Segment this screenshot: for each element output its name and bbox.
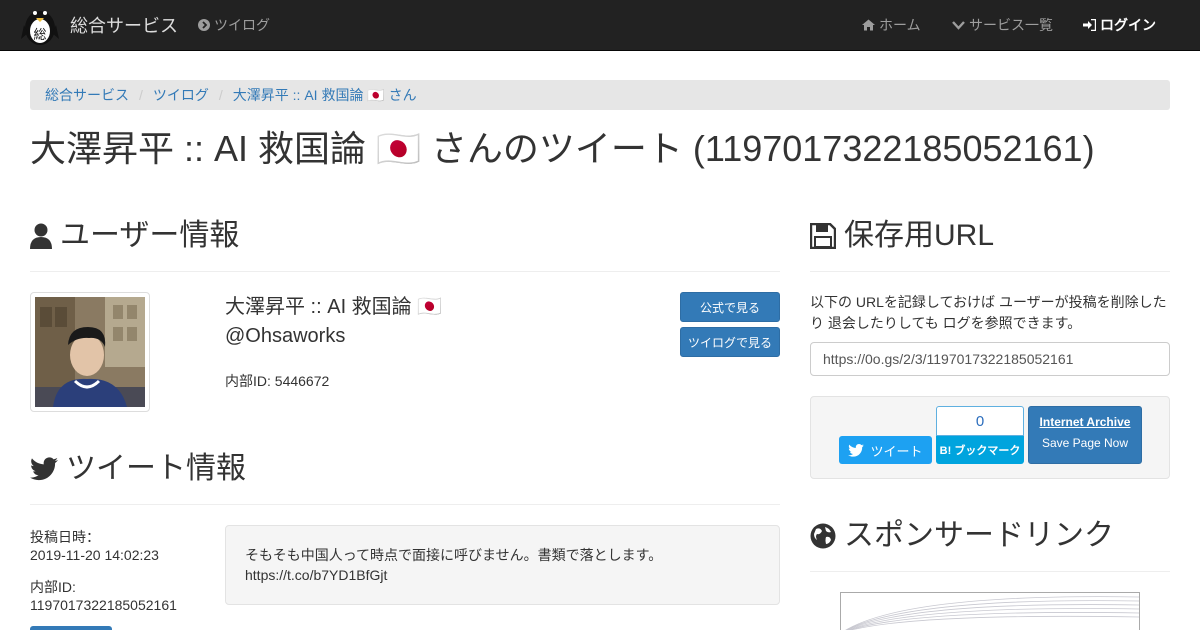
- brand-text[interactable]: 総合サービス: [70, 12, 178, 38]
- avatar: [30, 292, 150, 412]
- internet-archive-button[interactable]: Internet Archive Save Page Now: [1028, 406, 1142, 464]
- view-official-button[interactable]: 公式で見る: [680, 292, 780, 322]
- sponsor-heading: スポンサードリンク: [810, 516, 1114, 556]
- home-icon: [862, 19, 875, 31]
- user-icon: [30, 223, 52, 249]
- tweet-text: そもそも中国人って時点で面接に呼びません。書類で落とします。: [245, 547, 663, 563]
- tweet-info-heading-text: ツイート情報: [66, 452, 246, 485]
- tweet-share-label: ツイート: [870, 443, 923, 459]
- hatena-bookmark-button[interactable]: B! ブックマーク: [936, 436, 1024, 464]
- save-url-heading-text: 保存用URL: [844, 219, 995, 252]
- view-twilog-button[interactable]: ツイログで見る: [680, 327, 780, 357]
- user-info-heading: ユーザー情報: [30, 216, 239, 256]
- user-internal-id: 内部ID: 5446672: [225, 373, 330, 389]
- breadcrumb-item[interactable]: 大澤昇平 :: AI 救国論 🇯🇵 さん: [233, 85, 417, 105]
- breadcrumb: 総合サービス / ツイログ / 大澤昇平 :: AI 救国論 🇯🇵 さん: [30, 80, 1170, 110]
- chevron-circle-right-icon: [198, 19, 210, 31]
- nav-twilog[interactable]: ツイログ: [198, 0, 270, 50]
- sponsor-heading-text: スポンサードリンク: [844, 519, 1114, 552]
- nav-services[interactable]: サービス一覧: [952, 0, 1053, 50]
- breadcrumb-item[interactable]: ツイログ: [153, 85, 209, 105]
- tweet-link[interactable]: https://t.co/b7YD1BfGjt: [245, 565, 760, 585]
- tweet-internal-value: 1197017322185052161: [30, 597, 177, 613]
- user-handle: @Ohsaworks: [225, 325, 346, 347]
- globe-icon: [810, 523, 836, 549]
- divider: [810, 571, 1170, 572]
- tweet-action-button[interactable]: [30, 626, 112, 630]
- tweet-share-button[interactable]: ツイート: [839, 436, 932, 464]
- twitter-icon: [30, 457, 58, 481]
- posted-label: 投稿日時：: [30, 529, 100, 545]
- hatena-bookmark-count[interactable]: 0: [936, 406, 1024, 436]
- tweet-text-box: そもそも中国人って時点で面接に呼びません。書類で落とします。 https://t…: [225, 525, 780, 605]
- save-description: 以下の URLを記録しておけば ユーザーが投稿を削除したり 退会したりしても ロ…: [810, 294, 1167, 331]
- ad-pattern: [845, 596, 1139, 630]
- twitter-icon: [848, 443, 865, 457]
- brand[interactable]: 総 総合サービス: [20, 2, 178, 48]
- floppy-disk-icon: [810, 223, 836, 249]
- internet-archive-title: Internet Archive: [1039, 415, 1131, 429]
- user-info-heading-text: ユーザー情報: [60, 219, 240, 252]
- archive-url-field[interactable]: [810, 342, 1170, 376]
- avatar-photo: [35, 297, 145, 407]
- tweet-internal-label: 内部ID:: [30, 579, 76, 595]
- divider: [810, 271, 1170, 272]
- nav-login[interactable]: ログイン: [1083, 0, 1156, 50]
- page-title: 大澤昇平 :: AI 救国論 🇯🇵 さんのツイート (1197017322185…: [30, 128, 1095, 169]
- nav-home-label: ホーム: [879, 17, 921, 33]
- chevron-down-icon: [952, 21, 965, 30]
- save-page-now-label: Save Page Now: [1041, 436, 1129, 450]
- penguin-logo-icon: 総: [21, 11, 59, 45]
- sponsor-ad-banner[interactable]: [840, 592, 1140, 630]
- navbar: 総 総合サービス ツイログ ホーム サービス一覧 ログイン: [0, 0, 1200, 51]
- sign-in-icon: [1083, 19, 1096, 31]
- divider: [30, 271, 780, 272]
- nav-twilog-label: ツイログ: [214, 17, 270, 33]
- posted-value: 2019-11-20 14:02:23: [30, 547, 159, 563]
- save-url-heading: 保存用URL: [810, 216, 994, 256]
- breadcrumb-item[interactable]: 総合サービス: [45, 85, 129, 105]
- breadcrumb-separator: /: [218, 87, 223, 103]
- divider: [30, 504, 780, 505]
- user-display-name: 大澤昇平 :: AI 救国論 🇯🇵: [225, 296, 443, 318]
- breadcrumb-separator: /: [139, 87, 143, 103]
- nav-login-label: ログイン: [1100, 17, 1156, 33]
- nav-home[interactable]: ホーム: [862, 0, 921, 50]
- tweet-info-heading: ツイート情報: [30, 449, 246, 489]
- nav-services-label: サービス一覧: [969, 17, 1053, 33]
- svg-text:総: 総: [33, 28, 46, 43]
